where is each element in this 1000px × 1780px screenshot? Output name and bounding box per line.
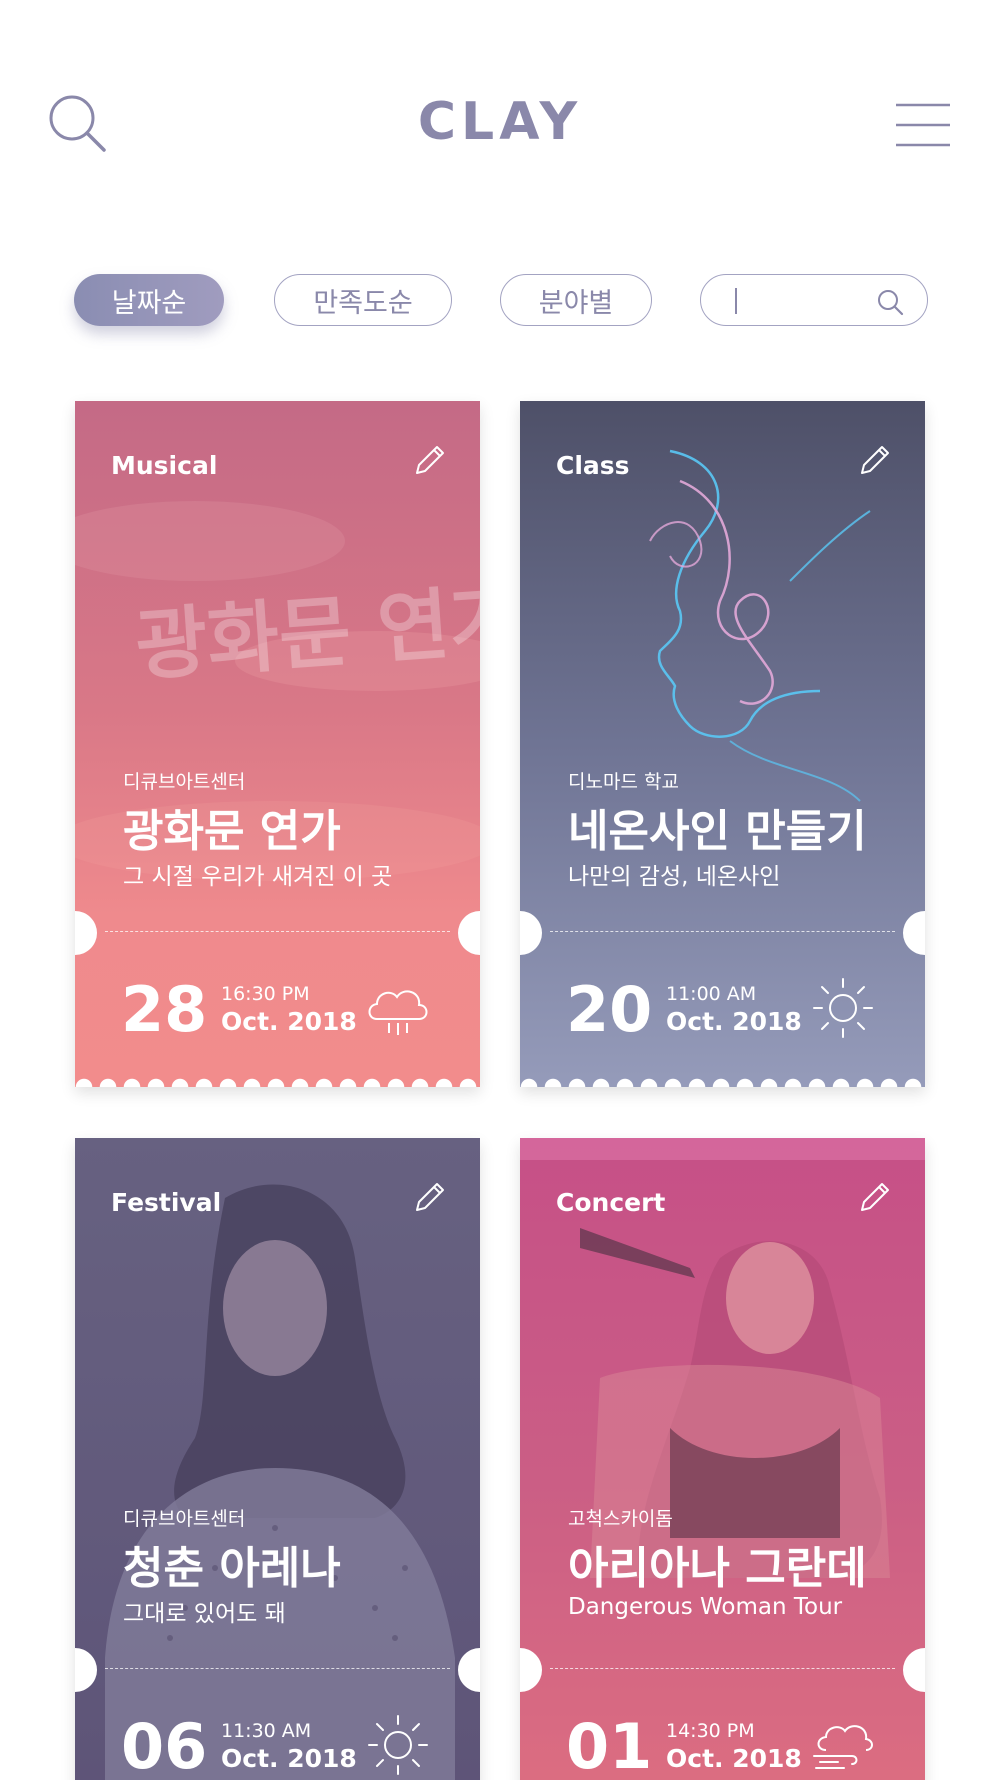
card-background: [75, 1138, 480, 1780]
event-day: 28: [121, 973, 208, 1046]
card-venue: 디큐브아트센터: [123, 1508, 246, 1530]
ticket-edge: [75, 1078, 480, 1087]
event-time: 14:30 PM: [666, 1720, 755, 1742]
ticket-edge: [520, 1078, 925, 1087]
ticket-divider: [105, 1668, 450, 1669]
sort-by-field-button[interactable]: 분야별: [500, 274, 652, 326]
card-subtitle: 그 시절 우리가 새겨진 이 곳: [123, 864, 393, 890]
card-background: [520, 1138, 925, 1780]
pencil-icon[interactable]: [854, 439, 896, 481]
event-time: 11:30 AM: [221, 1720, 312, 1742]
filter-bar: 날짜순 만족도순 분야별: [0, 274, 1000, 326]
sort-by-rating-button[interactable]: 만족도순: [274, 274, 452, 326]
card-subtitle: 그대로 있어도 돼: [123, 1601, 286, 1627]
event-time: 11:00 AM: [666, 983, 757, 1005]
event-date: Oct. 2018: [221, 1744, 357, 1773]
event-date: Oct. 2018: [221, 1007, 357, 1036]
search-field: [700, 274, 928, 326]
card-venue: 디노마드 학교: [568, 771, 679, 793]
event-day: 06: [121, 1710, 208, 1780]
sun-icon: [813, 978, 873, 1038]
event-card-musical[interactable]: 광화문 연가 Musical 디큐브아트센터 광화문 연가 그 시절 우리가 새…: [75, 401, 480, 1087]
event-card-class[interactable]: Class 디노마드 학교 네온사인 만들기 나만의 감성, 네온사인 20 1…: [520, 401, 925, 1087]
event-date: Oct. 2018: [666, 1007, 802, 1036]
event-day: 20: [566, 973, 653, 1046]
search-input[interactable]: [737, 283, 877, 317]
card-category: Concert: [556, 1188, 666, 1217]
card-category: Musical: [111, 451, 218, 480]
event-day: 01: [566, 1710, 653, 1780]
card-venue: 디큐브아트센터: [123, 771, 246, 793]
card-title: 아리아나 그란데: [568, 1543, 867, 1594]
ticket-divider: [105, 931, 450, 932]
card-title: 네온사인 만들기: [568, 806, 867, 857]
wind-cloud-icon: [813, 1725, 873, 1769]
card-subtitle: 나만의 감성, 네온사인: [568, 864, 781, 890]
card-subtitle: Dangerous Woman Tour: [568, 1594, 843, 1620]
card-category: Class: [556, 451, 630, 480]
pencil-icon[interactable]: [409, 1176, 451, 1218]
hamburger-menu-icon[interactable]: [894, 100, 952, 150]
card-title: 광화문 연가: [123, 806, 341, 857]
sun-icon: [368, 1715, 428, 1775]
card-title: 청춘 아레나: [123, 1543, 341, 1594]
text-cursor: [735, 288, 737, 314]
ticket-divider: [550, 931, 895, 932]
app-header: CLAY: [0, 0, 1000, 230]
search-icon[interactable]: [875, 287, 905, 317]
card-category: Festival: [111, 1188, 222, 1217]
event-card-festival[interactable]: Festival 디큐브아트센터 청춘 아레나 그대로 있어도 돼 06 11:…: [75, 1138, 480, 1780]
pencil-icon[interactable]: [854, 1176, 896, 1218]
card-venue: 고척스카이돔: [568, 1508, 673, 1530]
app-logo[interactable]: CLAY: [0, 92, 1000, 152]
event-date: Oct. 2018: [666, 1744, 802, 1773]
sort-by-date-button[interactable]: 날짜순: [74, 274, 224, 326]
pencil-icon[interactable]: [409, 439, 451, 481]
poster-calligraphy: 광화문 연가: [132, 574, 480, 693]
rain-cloud-icon: [368, 990, 428, 1035]
event-time: 16:30 PM: [221, 983, 310, 1005]
ticket-divider: [550, 1668, 895, 1669]
event-card-concert[interactable]: Concert 고척스카이돔 아리아나 그란데 Dangerous Woman …: [520, 1138, 925, 1780]
